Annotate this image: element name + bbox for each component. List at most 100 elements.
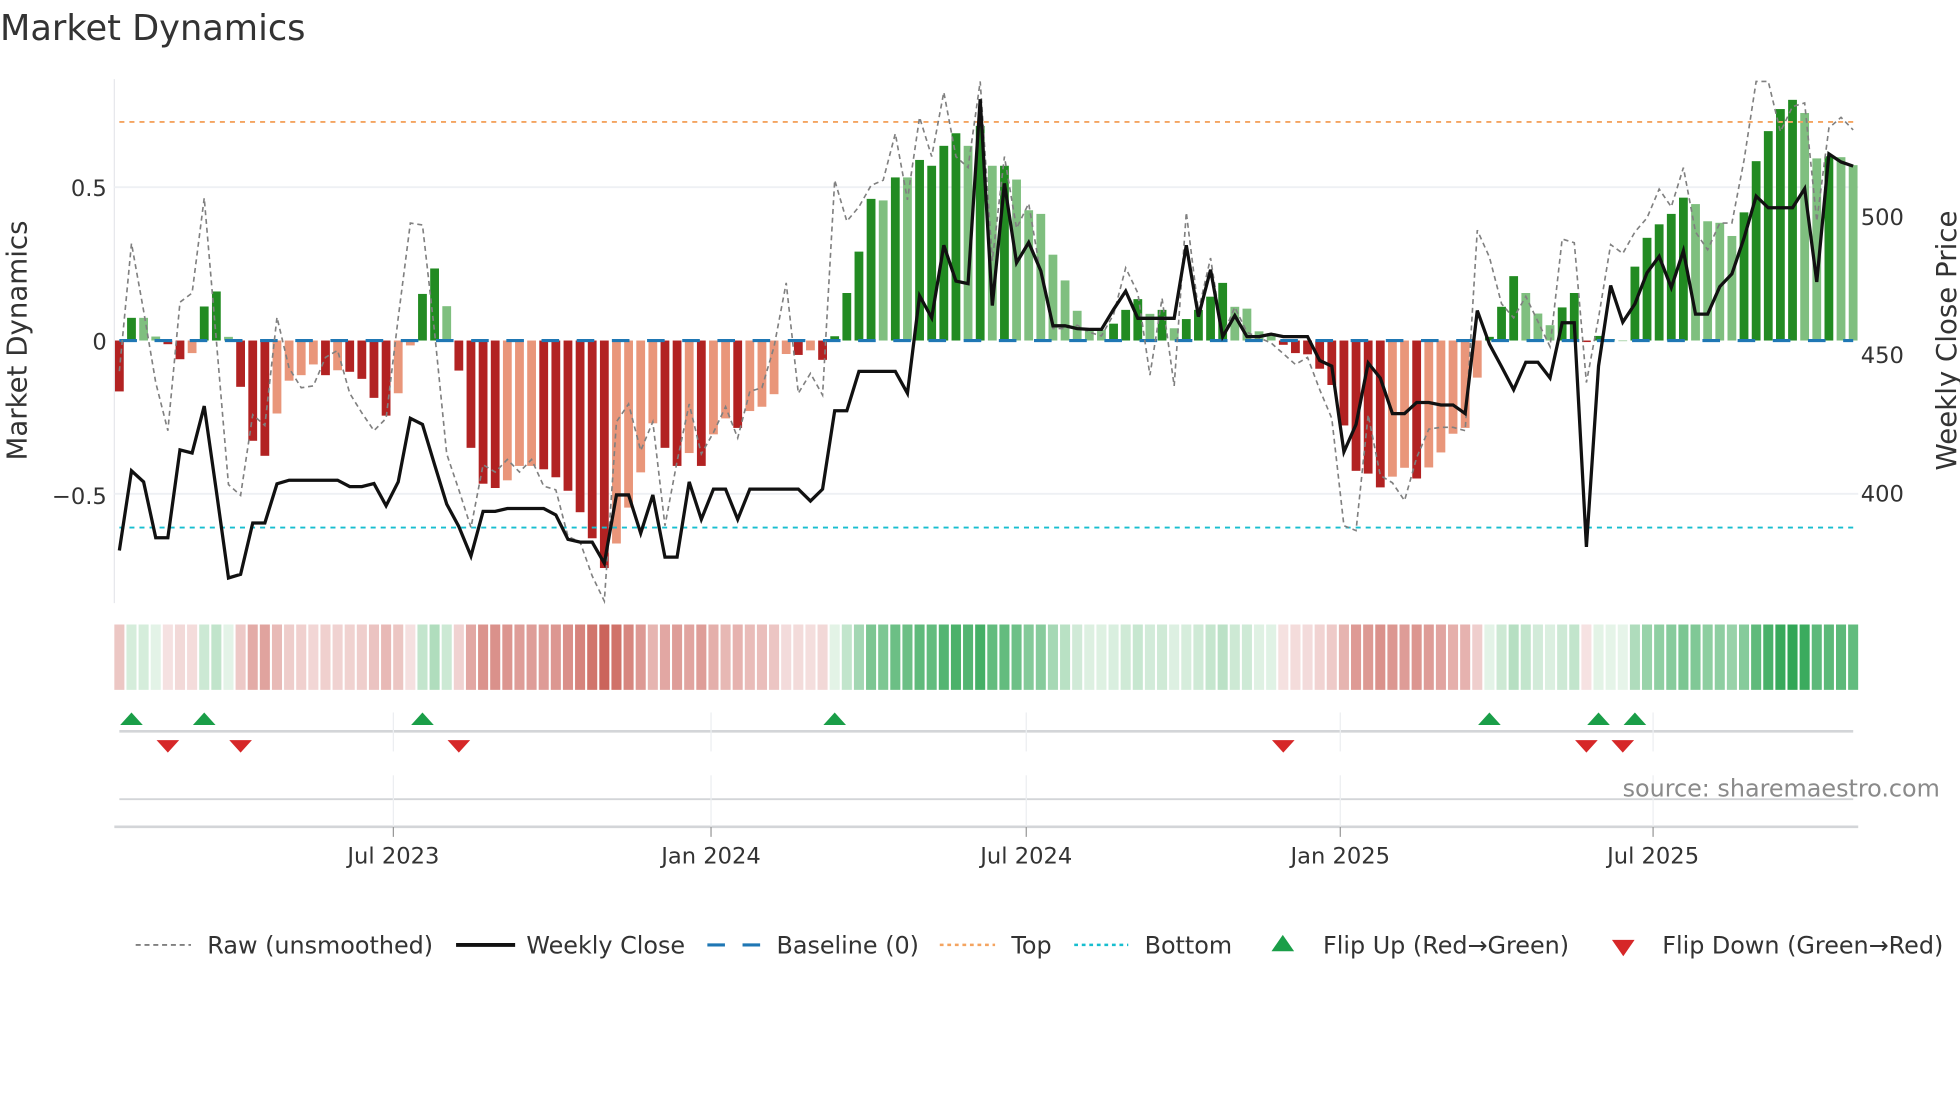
heatmap-cell bbox=[914, 624, 925, 690]
dynamics-bar bbox=[684, 340, 694, 454]
heatmap-cell bbox=[575, 624, 586, 690]
dynamics-bar bbox=[781, 340, 791, 355]
flip-up-marker bbox=[1478, 712, 1501, 726]
heatmap-cell bbox=[1096, 624, 1107, 690]
heatmap-cell bbox=[1290, 624, 1301, 690]
heatmap-cell bbox=[1072, 624, 1083, 690]
flip-down-marker bbox=[1611, 740, 1635, 753]
heatmap-cell bbox=[1702, 624, 1713, 690]
heatmap-cell bbox=[1775, 624, 1786, 690]
heatmap-cell bbox=[1023, 624, 1034, 690]
dynamics-bar bbox=[866, 198, 876, 341]
legend-raw-label: Raw (unsmoothed) bbox=[207, 932, 433, 960]
dynamics-bar bbox=[854, 251, 864, 341]
dynamics-bar bbox=[248, 340, 258, 441]
y2-tick-label: 450 bbox=[1861, 343, 1904, 369]
heatmap-cell bbox=[235, 624, 246, 690]
dynamics-bar bbox=[284, 340, 294, 381]
heatmap-cell bbox=[1448, 624, 1459, 690]
dynamics-bar bbox=[563, 340, 573, 491]
flip-down-marker bbox=[156, 740, 180, 753]
flip-up-marker bbox=[120, 712, 143, 726]
heatmap-cell bbox=[1169, 624, 1180, 690]
heatmap-cell bbox=[1848, 624, 1859, 690]
heatmap-cell bbox=[1278, 624, 1289, 690]
dynamics-bar bbox=[369, 340, 379, 398]
dynamics-bar bbox=[490, 340, 500, 489]
dynamics-bar bbox=[1775, 109, 1785, 341]
heatmap-cell bbox=[1375, 624, 1386, 690]
heatmap-cell bbox=[647, 624, 658, 690]
dynamics-bar bbox=[551, 340, 561, 478]
legend-bottom-label: Bottom bbox=[1145, 932, 1233, 960]
dynamics-bar bbox=[393, 340, 403, 394]
heatmap-cell bbox=[1751, 624, 1762, 690]
heatmap-cell bbox=[878, 624, 889, 690]
heatmap-cell bbox=[999, 624, 1010, 690]
heatmap-cell bbox=[890, 624, 901, 690]
dynamics-bar bbox=[1509, 276, 1519, 341]
dynamics-bar bbox=[1727, 235, 1737, 341]
heatmap-cell bbox=[1532, 624, 1543, 690]
dynamics-bar bbox=[127, 317, 136, 341]
heatmap-cell bbox=[1666, 624, 1677, 690]
heatmap-cell bbox=[635, 624, 646, 690]
dynamics-bar bbox=[660, 340, 670, 448]
heatmap-cell bbox=[1799, 624, 1810, 690]
dynamics-bar bbox=[939, 145, 949, 341]
heatmap-cell bbox=[368, 624, 379, 690]
legend-top-label: Top bbox=[1010, 932, 1051, 960]
dynamics-bar bbox=[951, 133, 961, 341]
legend-flip-up-label: Flip Up (Red→Green) bbox=[1323, 932, 1569, 960]
legend-close-label: Weekly Close bbox=[526, 932, 685, 960]
dynamics-bar bbox=[1642, 237, 1652, 341]
heatmap-cell bbox=[769, 624, 780, 690]
heatmap-cell bbox=[1496, 624, 1507, 690]
heatmap-cell bbox=[1763, 624, 1774, 690]
heatmap-cell bbox=[478, 624, 489, 690]
dynamics-bar bbox=[418, 293, 427, 341]
flip-up-marker bbox=[1587, 712, 1610, 726]
dynamics-bar bbox=[636, 340, 646, 473]
heatmap-cell bbox=[1557, 624, 1568, 690]
dynamics-bar bbox=[1763, 131, 1773, 341]
heatmap-cell bbox=[1593, 624, 1604, 690]
heatmap-cell bbox=[174, 624, 186, 690]
heatmap-cell bbox=[1569, 624, 1580, 690]
heatmap-cell bbox=[938, 624, 949, 690]
heatmap-cell bbox=[332, 624, 343, 690]
heatmap-cell bbox=[1387, 624, 1398, 690]
heatmap-cell bbox=[1654, 624, 1665, 690]
heatmap-cell bbox=[550, 624, 561, 690]
source-credit: source: sharemaestro.com bbox=[1623, 775, 1940, 803]
heatmap-cell bbox=[490, 624, 501, 690]
heatmap-cell bbox=[623, 624, 634, 690]
heatmap-cell bbox=[1047, 624, 1058, 690]
flip-down-marker bbox=[447, 740, 471, 753]
dynamics-bar bbox=[1375, 340, 1385, 488]
heatmap-cell bbox=[308, 624, 319, 690]
y-axis-label: Market Dynamics bbox=[0, 221, 33, 461]
dynamics-bar bbox=[1691, 204, 1700, 341]
heatmap-cell bbox=[611, 624, 622, 690]
dynamics-bar bbox=[1497, 306, 1506, 341]
flip-down-marker bbox=[229, 740, 252, 753]
heatmap-cell bbox=[793, 624, 804, 690]
heatmap-cell bbox=[320, 624, 331, 690]
dynamics-bar bbox=[1121, 309, 1131, 341]
heatmap-cell bbox=[562, 624, 573, 690]
heatmap-cell bbox=[756, 624, 767, 690]
heatmap-cell bbox=[1217, 624, 1228, 690]
heatmap-cell bbox=[1144, 624, 1155, 690]
dynamics-bar bbox=[1521, 293, 1531, 341]
dynamics-bar bbox=[1448, 340, 1458, 434]
dynamics-bar bbox=[1703, 221, 1713, 341]
x-tick-label: Jul 2025 bbox=[1605, 843, 1699, 869]
heatmap-cell bbox=[393, 624, 404, 690]
heatmap-cell bbox=[599, 624, 610, 690]
legend-flip-down-icon bbox=[1611, 939, 1635, 957]
heatmap-cell bbox=[963, 624, 974, 690]
heatmap-cell bbox=[441, 624, 452, 690]
dynamics-bar bbox=[333, 340, 342, 371]
heatmap-cell bbox=[1338, 624, 1349, 690]
